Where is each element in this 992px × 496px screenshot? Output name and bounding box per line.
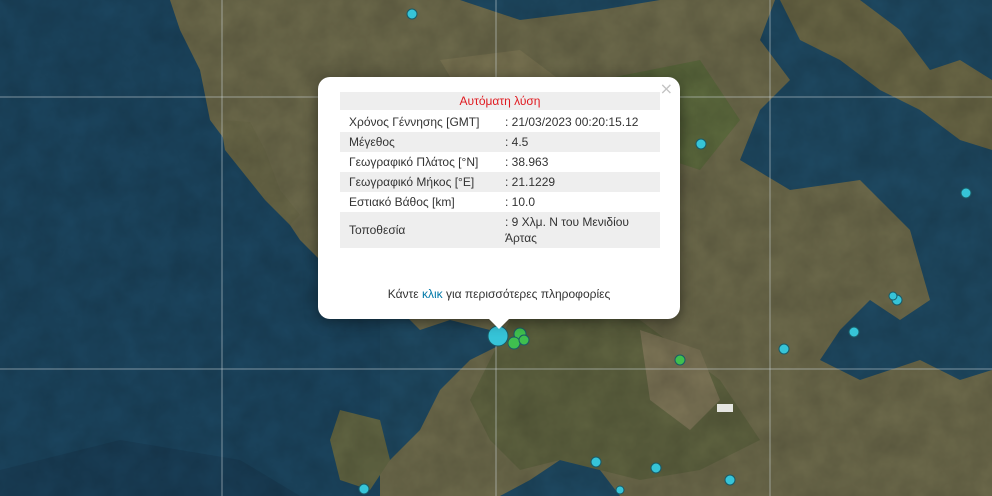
- earthquake-marker: [724, 474, 736, 486]
- earthquake-marker: [615, 485, 625, 495]
- longitude-label: Γεωγραφικό Μήκος [°E]: [340, 172, 497, 192]
- origin-time-label: Χρόνος Γέννησης [GMT]: [349, 115, 480, 129]
- footer-text-before: Κάντε: [387, 287, 422, 301]
- popup-footer: Κάντε κλικ για περισσότερες πληροφορίες: [318, 287, 680, 301]
- location-label: Τοποθεσία: [340, 212, 497, 248]
- earthquake-marker: [650, 462, 662, 474]
- table-row: Μέγεθος : 4.5: [340, 132, 660, 152]
- table-row: Τοποθεσία : 9 Χλμ. Ν του Μενιδίου Άρτας: [340, 212, 660, 248]
- earthquake-marker: [674, 354, 686, 366]
- earthquake-marker: [358, 483, 370, 495]
- earthquake-marker: [695, 138, 707, 150]
- earthquake-marker-selected: [487, 325, 509, 347]
- earthquake-info-popup: × Αυτόματη λύση Χρόνος Γέννησης [GMT] : …: [318, 77, 680, 329]
- earthquake-marker: [518, 334, 530, 346]
- longitude-value: : 21.1229: [497, 172, 660, 192]
- earthquake-marker: [848, 326, 860, 338]
- depth-label: Εστιακό Βάθος [km]: [349, 195, 455, 209]
- table-row: Χρόνος Γέννησης [GMT] : 21/03/2023 00:20…: [340, 112, 660, 132]
- earthquake-details-table: Χρόνος Γέννησης [GMT] : 21/03/2023 00:20…: [340, 112, 660, 248]
- earthquake-marker: [406, 8, 418, 20]
- popup-pointer: [488, 318, 510, 329]
- depth-value: : 10.0: [505, 195, 536, 209]
- magnitude-label: Μέγεθος: [340, 132, 497, 152]
- table-row: Εστιακό Βάθος [km] : 10.0: [340, 192, 660, 212]
- close-icon[interactable]: ×: [660, 80, 673, 98]
- table-row: Γεωγραφικό Πλάτος [°N] : 38.963: [340, 152, 660, 172]
- earthquake-marker: [590, 456, 602, 468]
- earthquake-marker: [960, 187, 972, 199]
- more-info-link[interactable]: κλικ: [422, 287, 443, 301]
- earthquake-marker: [778, 343, 790, 355]
- earthquake-marker: [507, 336, 521, 350]
- table-row: Γεωγραφικό Μήκος [°E] : 21.1229: [340, 172, 660, 192]
- location-value: : 9 Χλμ. Ν του Μενιδίου Άρτας: [497, 212, 660, 248]
- latitude-value: : 38.963: [505, 155, 549, 169]
- town-label-mark: [717, 404, 733, 412]
- magnitude-value: : 4.5: [497, 132, 660, 152]
- latitude-label: Γεωγραφικό Πλάτος [°N]: [349, 155, 479, 169]
- earthquake-marker: [888, 291, 898, 301]
- popup-title: Αυτόματη λύση: [340, 92, 660, 110]
- footer-text-after: για περισσότερες πληροφορίες: [442, 287, 611, 301]
- origin-time-value: : 21/03/2023 00:20:15.12: [505, 115, 639, 129]
